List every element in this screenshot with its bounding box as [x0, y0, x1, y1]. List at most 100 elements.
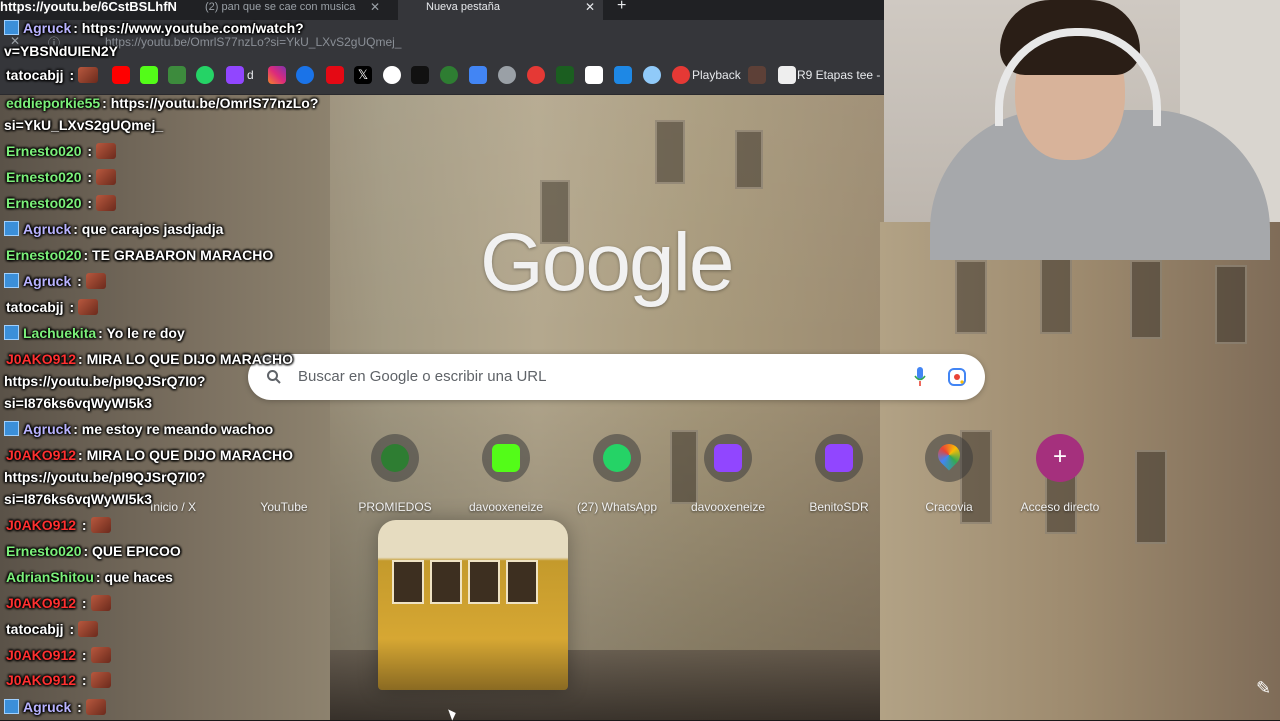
emote-icon — [90, 517, 111, 533]
bookmark-icon[interactable] — [614, 66, 632, 84]
bookmark-icon[interactable] — [527, 66, 545, 84]
chat-message: Ernesto020 : — [6, 142, 117, 160]
google-lens-icon[interactable] — [948, 368, 966, 386]
shortcut-benitosdr[interactable]: BenitoSDR — [783, 434, 895, 524]
chat-message: Ernesto020 : — [6, 194, 117, 212]
whatsapp-bookmark-icon[interactable] — [196, 66, 214, 84]
chat-message: Agruck : — [4, 272, 106, 290]
docs-bookmark-icon[interactable] — [469, 66, 487, 84]
shortcut-whatsapp[interactable]: (27) WhatsApp — [561, 434, 673, 524]
url-text[interactable]: https://youtu.be/OmrlS77nzLo?si=YkU_LXvS… — [105, 35, 401, 49]
chat-message: J0AKO912 : — [6, 516, 111, 534]
shortcut-davooxeneize-twitch[interactable]: davooxeneize — [672, 434, 784, 524]
shortcut-davooxeneize-kick[interactable]: davooxeneize — [450, 434, 562, 524]
chat-message: tatocabjj : — [6, 66, 99, 84]
tab-video[interactable]: (2) pan que se cae con musica — [205, 0, 360, 20]
bookmark-icon[interactable] — [778, 66, 796, 84]
tram — [378, 520, 568, 690]
shortcut-label: Acceso directo — [1020, 500, 1100, 514]
search-box[interactable]: Buscar en Google o escribir una URL — [248, 354, 985, 400]
tram-window — [430, 560, 462, 604]
kick-icon — [482, 434, 530, 482]
bookmark-icon[interactable] — [556, 66, 574, 84]
chat-message: J0AKO912 : — [6, 594, 111, 612]
gmail-bookmark-icon[interactable] — [585, 66, 603, 84]
emote-icon — [90, 595, 111, 611]
shortcut-promiedos[interactable]: PROMIEDOS — [339, 434, 451, 524]
tab-bar: https://youtu.be/6CstBSLhfN (2) pan que … — [0, 0, 884, 20]
chat-message: Agruck: que carajos jasdjadja — [4, 220, 223, 238]
chat-message: Agruck: https://www.youtube.com/watch? — [4, 19, 304, 37]
chat-message: Agruck : — [4, 698, 106, 716]
badge-icon — [4, 325, 19, 340]
shortcut-label: davooxeneize — [690, 500, 766, 514]
emote-icon — [90, 672, 111, 688]
chat-message: Ernesto020: TE GRABARON MARACHO — [6, 247, 274, 263]
shortcut-label: davooxeneize — [468, 500, 544, 514]
emote-icon — [96, 169, 117, 185]
twitch-bookmark-icon[interactable] — [226, 66, 244, 84]
shortcut-add[interactable]: + Acceso directo — [1004, 434, 1116, 524]
tab-new-tab[interactable]: Nueva pestaña — [398, 0, 603, 20]
shortcut-label: (27) WhatsApp — [576, 500, 658, 514]
globe-bookmark-icon[interactable] — [498, 66, 516, 84]
plus-icon: + — [1036, 434, 1084, 482]
bookmark-icon[interactable] — [748, 66, 766, 84]
emote-icon — [78, 67, 99, 83]
whatsapp-icon — [593, 434, 641, 482]
youtube-bookmark-icon[interactable] — [112, 66, 130, 84]
promiedos-bookmark-icon[interactable] — [440, 66, 458, 84]
bookmark-playback[interactable]: Playback — [692, 68, 741, 82]
bookmark-icon[interactable] — [168, 66, 186, 84]
emote-icon — [96, 195, 117, 211]
tram-window — [506, 560, 538, 604]
chat-message: si=I876ks6vqWyWI5k3 — [4, 395, 153, 411]
instagram-bookmark-icon[interactable] — [268, 66, 286, 84]
x-bookmark-icon[interactable]: 𝕏 — [354, 66, 372, 84]
playback-icon[interactable] — [672, 66, 690, 84]
chat-message: v=YBSNdUIEN2Y — [4, 43, 118, 59]
chat-message: Agruck: me estoy re meando wachoo — [4, 420, 273, 438]
chat-message: J0AKO912: MIRA LO QUE DIJO MARACHO — [6, 351, 293, 367]
chat-message: https://youtu.be/pI9QJSrQ7I0? — [4, 373, 206, 389]
bookmark-label[interactable]: d — [247, 68, 254, 82]
tab-youtube-link[interactable]: https://youtu.be/6CstBSLhfN — [0, 0, 195, 20]
kick-bookmark-icon[interactable] — [140, 66, 158, 84]
bookmark-icon[interactable] — [643, 66, 661, 84]
close-tab-icon[interactable]: ✕ — [370, 0, 380, 14]
shortcut-cracovia[interactable]: Cracovia — [893, 434, 1005, 524]
close-tab-icon[interactable]: ✕ — [585, 0, 595, 14]
badge-icon — [4, 221, 19, 236]
new-tab-button[interactable]: + — [617, 0, 626, 15]
badge-icon — [4, 699, 19, 714]
window — [1215, 265, 1247, 344]
microphone-icon[interactable] — [914, 367, 926, 387]
customize-pencil-icon[interactable]: ✎ — [1256, 678, 1280, 702]
bookmark-icon[interactable] — [296, 66, 314, 84]
chat-message: J0AKO912: MIRA LO QUE DIJO MARACHO — [6, 447, 293, 463]
badge-icon — [4, 273, 19, 288]
chat-message: https://youtu.be/pI9QJSrQ7I0? — [4, 469, 206, 485]
chat-message: tatocabjj : — [6, 620, 99, 638]
window — [1130, 260, 1162, 339]
window — [735, 130, 763, 189]
search-input[interactable]: Buscar en Google o escribir una URL — [298, 368, 546, 385]
google-logo: Google — [480, 217, 734, 308]
shortcut-label: BenitoSDR — [809, 500, 869, 514]
emote-icon — [85, 273, 106, 289]
chat-message: Ernesto020: QUE EPICOO — [6, 543, 181, 559]
bookmark-r9[interactable]: R9 Etapas tee - Co — [797, 68, 884, 82]
window — [1135, 450, 1167, 544]
chat-message: Lachuekita: Yo le re doy — [4, 324, 185, 342]
bookmark-icon[interactable] — [326, 66, 344, 84]
tram-window — [468, 560, 500, 604]
emote-icon — [90, 647, 111, 663]
window — [955, 260, 987, 334]
window — [1040, 255, 1072, 334]
tiktok-bookmark-icon[interactable] — [411, 66, 429, 84]
badge-icon — [4, 20, 19, 35]
twitch-icon — [704, 434, 752, 482]
chat-message: J0AKO912 : — [6, 646, 111, 664]
google-bookmark-icon[interactable] — [383, 66, 401, 84]
twitch-icon — [815, 434, 863, 482]
